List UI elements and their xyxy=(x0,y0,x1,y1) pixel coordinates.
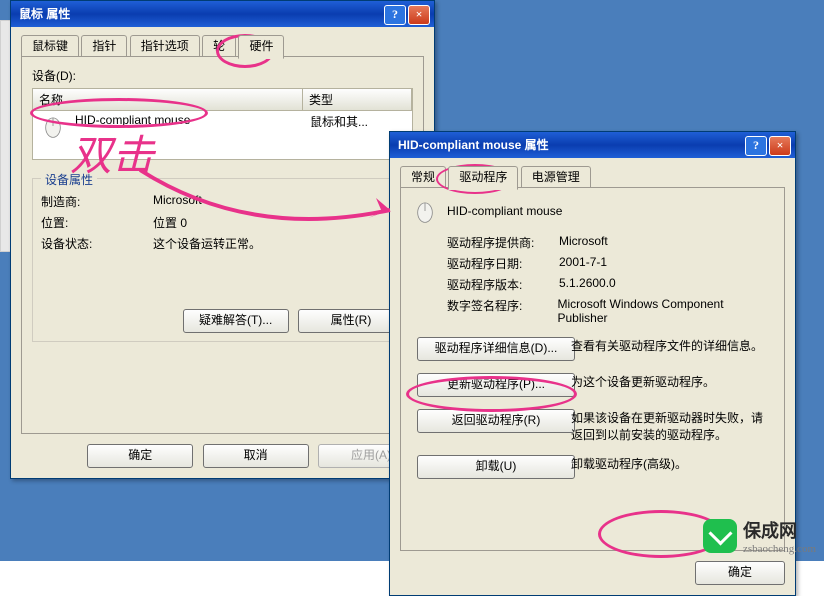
uninstall-driver-button[interactable]: 卸载(U) xyxy=(417,455,575,479)
tab-driver[interactable]: 驱动程序 xyxy=(448,166,518,190)
tab-strip: 常规 驱动程序 电源管理 xyxy=(400,166,785,188)
dialog-title: 鼠标 属性 xyxy=(19,7,70,21)
device-list[interactable]: HID-compliant mouse 鼠标和其... xyxy=(32,111,413,160)
driver-details-desc: 查看有关驱动程序文件的详细信息。 xyxy=(571,337,774,361)
tab-power[interactable]: 电源管理 xyxy=(521,166,591,187)
status-label: 设备状态: xyxy=(41,235,153,252)
provider-value: Microsoft xyxy=(559,234,608,251)
device-row[interactable]: HID-compliant mouse 鼠标和其... xyxy=(33,111,412,141)
tab-buttons[interactable]: 鼠标键 xyxy=(21,35,79,56)
devices-label: 设备(D): xyxy=(32,67,413,84)
troubleshoot-button[interactable]: 疑难解答(T)... xyxy=(183,309,289,333)
provider-label: 驱动程序提供商: xyxy=(447,234,559,251)
rollback-driver-button[interactable]: 返回驱动程序(R) xyxy=(417,409,575,433)
titlebar[interactable]: 鼠标 属性 ? × xyxy=(11,1,434,27)
device-list-header: 名称 类型 xyxy=(32,88,413,111)
tab-pointer-options[interactable]: 指针选项 xyxy=(130,35,200,56)
tab-strip: 鼠标键 指针 指针选项 轮 硬件 xyxy=(21,35,424,57)
mouse-properties-dialog: 鼠标 属性 ? × 鼠标键 指针 指针选项 轮 硬件 设备(D): 名称 类型 xyxy=(10,0,435,479)
date-value: 2001-7-1 xyxy=(559,255,607,272)
rollback-driver-desc: 如果该设备在更新驱动器时失败，请返回到以前安装的驱动程序。 xyxy=(571,409,774,443)
device-properties-group: 设备属性 制造商:Microsoft 位置:位置 0 设备状态:这个设备运转正常… xyxy=(32,178,413,342)
help-button[interactable]: ? xyxy=(745,136,767,156)
maker-label: 制造商: xyxy=(41,193,153,210)
update-driver-desc: 为这个设备更新驱动程序。 xyxy=(571,373,774,397)
watermark-url: zsbaocheng.com xyxy=(743,543,816,555)
signer-label: 数字签名程序: xyxy=(447,297,558,325)
ok-button[interactable]: 确定 xyxy=(87,444,193,468)
tab-wheel[interactable]: 轮 xyxy=(202,35,236,56)
ok-button[interactable]: 确定 xyxy=(695,561,785,585)
desktop: 鼠标 属性 ? × 鼠标键 指针 指针选项 轮 硬件 设备(D): 名称 类型 xyxy=(0,0,824,561)
device-name: HID-compliant mouse xyxy=(447,204,562,218)
help-button[interactable]: ? xyxy=(384,5,406,25)
device-name: HID-compliant mouse xyxy=(75,113,310,139)
col-type[interactable]: 类型 xyxy=(303,89,412,110)
driver-panel: HID-compliant mouse 驱动程序提供商:Microsoft 驱动… xyxy=(400,187,785,551)
titlebar[interactable]: HID-compliant mouse 属性 ? × xyxy=(390,132,795,158)
signer-value: Microsoft Windows Component Publisher xyxy=(558,297,775,325)
version-label: 驱动程序版本: xyxy=(447,276,559,293)
watermark: 保成网 zsbaocheng.com xyxy=(703,517,816,555)
watermark-logo-icon xyxy=(703,519,737,553)
location-label: 位置: xyxy=(41,214,153,231)
version-value: 5.1.2600.0 xyxy=(559,276,616,293)
close-button[interactable]: × xyxy=(408,5,430,25)
tab-general[interactable]: 常规 xyxy=(400,166,446,187)
close-button[interactable]: × xyxy=(769,136,791,156)
hardware-panel: 设备(D): 名称 类型 HID-compliant mouse 鼠标和其... xyxy=(21,56,424,434)
watermark-name: 保成网 xyxy=(743,517,816,543)
group-legend: 设备属性 xyxy=(41,171,97,188)
status-value: 这个设备运转正常。 xyxy=(153,235,261,252)
col-name[interactable]: 名称 xyxy=(33,89,303,110)
driver-details-button[interactable]: 驱动程序详细信息(D)... xyxy=(417,337,575,361)
mouse-icon xyxy=(411,198,439,224)
tab-hardware[interactable]: 硬件 xyxy=(238,35,284,59)
uninstall-driver-desc: 卸载驱动程序(高级)。 xyxy=(571,455,774,479)
update-driver-button[interactable]: 更新驱动程序(P)... xyxy=(417,373,575,397)
dialog-title: HID-compliant mouse 属性 xyxy=(398,138,549,152)
cancel-button[interactable]: 取消 xyxy=(203,444,309,468)
mouse-icon xyxy=(39,113,67,139)
location-value: 位置 0 xyxy=(153,214,187,231)
maker-value: Microsoft xyxy=(153,193,202,210)
date-label: 驱动程序日期: xyxy=(447,255,559,272)
tab-pointers[interactable]: 指针 xyxy=(81,35,127,56)
